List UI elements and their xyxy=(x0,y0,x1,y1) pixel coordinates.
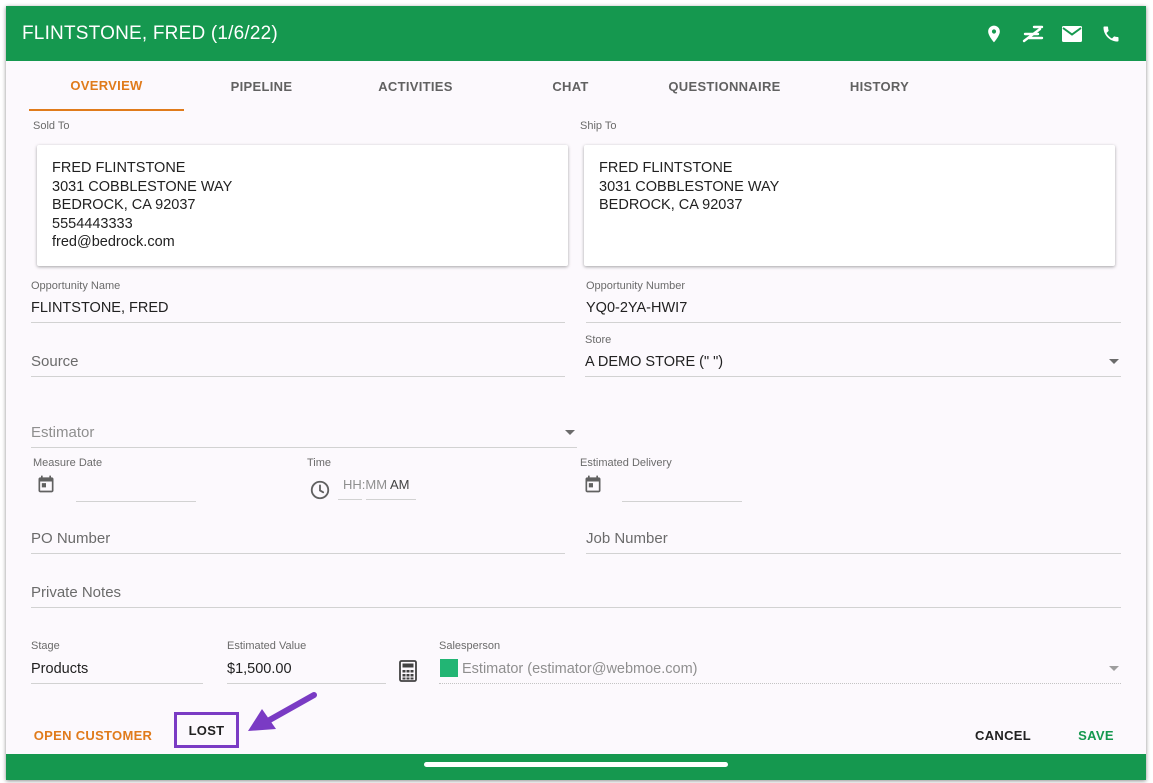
ship-to-label: Ship To xyxy=(580,120,617,132)
opportunity-number-label: Opportunity Number xyxy=(586,280,686,292)
job-number-field[interactable]: Job Number xyxy=(586,511,1121,554)
stage-field[interactable]: Stage Products xyxy=(31,640,203,684)
salesperson-select[interactable]: Salesperson Estimator (estimator@webmoe.… xyxy=(439,640,1121,684)
time-label: Time xyxy=(307,457,332,469)
job-number-placeholder: Job Number xyxy=(586,530,668,547)
stage-value: Products xyxy=(31,661,89,677)
calendar-icon[interactable] xyxy=(583,474,603,499)
source-placeholder: Source xyxy=(31,353,79,370)
location-pin-icon[interactable] xyxy=(974,6,1013,61)
clock-icon[interactable] xyxy=(309,479,331,506)
opportunity-number-value: YQ0-2YA-HWI7 xyxy=(586,300,688,316)
opportunity-name-label: Opportunity Name xyxy=(31,280,121,292)
store-select[interactable]: Store A DEMO STORE (" ") xyxy=(585,334,1121,377)
time-hour-minute-input[interactable]: HH:MM xyxy=(338,474,387,500)
page-title: FLINTSTONE, FRED (1/6/22) xyxy=(22,22,278,44)
tab-questionnaire[interactable]: QUESTIONNAIRE xyxy=(647,61,802,111)
ship-to-address-card[interactable]: FRED FLINTSTONE 3031 COBBLESTONE WAY BED… xyxy=(584,145,1115,266)
home-indicator[interactable] xyxy=(424,762,728,767)
estimated-value-field[interactable]: Estimated Value $1,500.00 xyxy=(227,640,386,684)
save-button[interactable]: SAVE xyxy=(1064,713,1128,757)
sold-to-line: fred@bedrock.com xyxy=(52,234,175,250)
salesperson-color-swatch xyxy=(440,659,458,677)
cancel-button[interactable]: CANCEL xyxy=(964,713,1042,757)
stage-label: Stage xyxy=(31,640,60,652)
header-actions xyxy=(974,6,1130,61)
estimated-value-label: Estimated Value xyxy=(227,640,307,652)
time-ampm-input[interactable]: AM xyxy=(366,474,416,500)
sold-to-label: Sold To xyxy=(33,120,70,132)
chevron-down-icon xyxy=(1109,666,1119,671)
bottom-bar xyxy=(6,754,1146,780)
estimated-delivery-input[interactable] xyxy=(622,481,742,502)
po-number-field[interactable]: PO Number xyxy=(31,511,565,554)
ship-to-line: BEDROCK, CA 92037 xyxy=(599,197,743,213)
app-window: FLINTSTONE, FRED (1/6/22) OVERVIEW PIPEL… xyxy=(6,6,1146,780)
estimator-placeholder: Estimator xyxy=(31,424,95,441)
tab-overview[interactable]: OVERVIEW xyxy=(29,61,184,111)
phone-icon[interactable] xyxy=(1091,6,1130,61)
sold-to-line: BEDROCK, CA 92037 xyxy=(52,197,196,213)
calculator-icon[interactable] xyxy=(399,660,417,687)
tab-activities[interactable]: ACTIVITIES xyxy=(338,61,493,111)
measure-date-input[interactable] xyxy=(76,481,196,502)
opportunity-number-field[interactable]: Opportunity Number YQ0-2YA-HWI7 xyxy=(586,280,1121,323)
ship-to-line: 3031 COBBLESTONE WAY xyxy=(599,178,780,195)
annotation-arrow-icon xyxy=(244,691,318,740)
source-field[interactable]: Source xyxy=(31,334,565,377)
sold-to-line: 3031 COBBLESTONE WAY xyxy=(52,178,233,195)
salesperson-label: Salesperson xyxy=(439,640,501,652)
sold-to-line: 5554443333 xyxy=(52,215,133,232)
content-area: OVERVIEW PIPELINE ACTIVITIES CHAT QUESTI… xyxy=(6,61,1146,754)
private-notes-field[interactable]: Private Notes xyxy=(31,565,1121,608)
sold-to-address-card[interactable]: FRED FLINTSTONE 3031 COBBLESTONE WAY BED… xyxy=(37,145,568,266)
store-label: Store xyxy=(585,334,612,346)
tab-bar: OVERVIEW PIPELINE ACTIVITIES CHAT QUESTI… xyxy=(28,61,1146,111)
store-value: A DEMO STORE (" ") xyxy=(585,354,724,370)
chevron-down-icon xyxy=(565,430,575,435)
time-ampm-value: AM xyxy=(390,477,410,492)
lost-button[interactable]: LOST xyxy=(174,712,239,748)
directions-icon[interactable] xyxy=(1013,6,1052,61)
tab-history[interactable]: HISTORY xyxy=(802,61,957,111)
private-notes-placeholder: Private Notes xyxy=(31,584,122,601)
po-number-placeholder: PO Number xyxy=(31,530,111,547)
opportunity-name-value: FLINTSTONE, FRED xyxy=(31,300,169,316)
ship-to-line: FRED FLINTSTONE xyxy=(599,160,733,176)
sold-to-line: FRED FLINTSTONE xyxy=(52,160,186,176)
open-customer-button[interactable]: OPEN CUSTOMER xyxy=(30,713,156,757)
opportunity-name-field[interactable]: Opportunity Name FLINTSTONE, FRED xyxy=(31,280,565,323)
estimator-select[interactable]: Estimator xyxy=(31,404,577,448)
estimated-value-value: $1,500.00 xyxy=(227,661,292,677)
salesperson-value: Estimator (estimator@webmoe.com) xyxy=(462,661,698,677)
chevron-down-icon xyxy=(1109,359,1119,364)
app-bar: FLINTSTONE, FRED (1/6/22) xyxy=(6,6,1146,61)
measure-date-label: Measure Date xyxy=(33,457,103,469)
estimated-delivery-label: Estimated Delivery xyxy=(580,457,672,469)
mail-icon[interactable] xyxy=(1052,6,1091,61)
tab-pipeline[interactable]: PIPELINE xyxy=(184,61,339,111)
calendar-icon[interactable] xyxy=(36,474,56,499)
tab-chat[interactable]: CHAT xyxy=(493,61,648,111)
